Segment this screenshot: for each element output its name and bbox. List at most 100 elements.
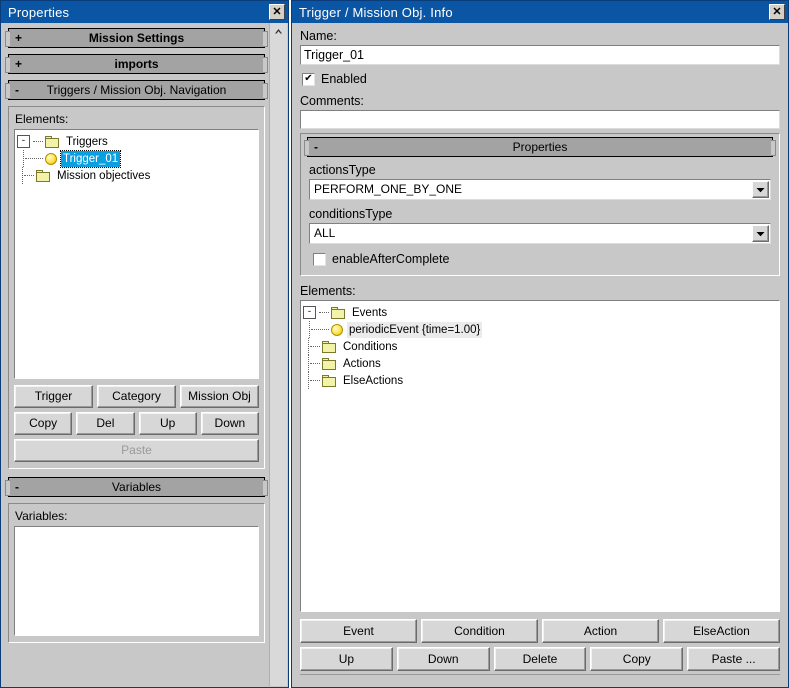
trigger-info-window: Trigger / Mission Obj. Info ✕ Name: Trig… [291,0,789,688]
close-icon[interactable]: ✕ [269,4,285,20]
copy-button[interactable]: Copy [14,412,73,435]
conditions-type-select[interactable]: ALL [309,223,771,244]
section-label: imports [114,57,159,71]
section-label: Properties [512,140,568,154]
folder-icon [45,135,60,148]
enable-after-complete-row[interactable]: enableAfterComplete [313,252,771,266]
tree-item-triggers[interactable]: - Triggers [17,133,256,150]
tree-line [311,328,329,331]
section-grip-right [263,31,268,47]
folder-icon [322,340,337,353]
element-action-buttons: Event Condition Action ElseAction Up Dow… [300,619,780,686]
variables-label: Variables: [15,509,68,523]
tree-root: - Triggers Trigger_01 Mission objectives [17,133,256,184]
paste-button[interactable]: Paste ... [687,647,780,671]
expand-toggle-icon[interactable]: + [15,32,22,44]
elseaction-button[interactable]: ElseAction [663,619,780,643]
folder-icon [322,374,337,387]
folder-icon [36,169,51,182]
elements-label: Elements: [300,284,356,298]
name-label: Name: [300,29,337,43]
paste-button[interactable]: Paste [14,439,259,462]
section-grip-right [263,83,268,99]
comments-label: Comments: [300,94,364,108]
section-properties[interactable]: - Properties [304,137,776,157]
section-grip-left [5,57,10,73]
tree-item-label: Trigger_01 [59,149,122,168]
category-button[interactable]: Category [97,385,176,408]
properties-fields: actionsType PERFORM_ONE_BY_ONE condition… [301,163,779,266]
up-button[interactable]: Up [138,412,197,435]
expander-icon[interactable]: - [17,135,30,148]
trigger-info-body: Name: Trigger_01 ✔ Enabled Comments: - P… [293,23,787,686]
collapse-toggle-icon[interactable]: - [314,141,318,153]
scroll-up-icon[interactable] [270,23,287,40]
circle-icon [45,152,57,165]
expander-icon[interactable]: - [303,306,316,319]
tree-item-elseactions[interactable]: ElseActions [303,372,777,389]
section-triggers-navigation[interactable]: - Triggers / Mission Obj. Navigation [5,80,268,100]
down-button[interactable]: Down [200,412,259,435]
tree-edit-buttons: Copy Del Up Down [14,412,259,435]
properties-scroll-content: + Mission Settings + imports - Triggers … [2,23,269,686]
trigger-button[interactable]: Trigger [14,385,93,408]
variables-list[interactable] [14,526,259,636]
tree-item-actions[interactable]: Actions [303,355,777,372]
section-imports[interactable]: + imports [5,54,268,74]
folder-icon [331,306,346,319]
section-label: Triggers / Mission Obj. Navigation [46,83,227,97]
properties-scrollbar[interactable] [269,23,287,686]
condition-button[interactable]: Condition [421,619,538,643]
delete-button[interactable]: Delete [493,647,587,671]
comments-input[interactable] [300,110,780,129]
tree-item-conditions[interactable]: Conditions [303,338,777,355]
tree-item-label: Events [352,306,388,319]
event-button[interactable]: Event [300,619,417,643]
chevron-down-icon[interactable] [752,225,769,242]
chevron-down-icon[interactable] [752,181,769,198]
up-button[interactable]: Up [300,647,393,671]
elements-label: Elements: [15,112,69,126]
collapse-toggle-icon[interactable]: - [15,481,19,493]
app-root: Properties ✕ + Mission Settings + import… [0,0,789,688]
triggers-navigation-panel: Elements: - Triggers Trigger_01 Mission … [8,106,265,469]
properties-window-title: Properties [8,4,70,20]
section-grip-right [771,140,776,156]
enabled-checkbox-row[interactable]: ✔ Enabled [302,72,780,86]
mission-obj-button[interactable]: Mission Obj [180,385,259,408]
conditions-type-value: ALL [314,226,336,240]
tree-item-trigger-01[interactable]: Trigger_01 [17,149,256,168]
triggers-tree[interactable]: - Triggers Trigger_01 Mission objectives [14,129,259,379]
tree-line [33,140,43,143]
down-button[interactable]: Down [396,647,490,671]
section-variables[interactable]: - Variables [5,477,268,497]
close-icon[interactable]: ✕ [769,4,785,20]
section-mission-settings[interactable]: + Mission Settings [5,28,268,48]
tree-root: - Events periodicEvent {time=1.00} Condi… [303,304,777,389]
actions-type-select[interactable]: PERFORM_ONE_BY_ONE [309,179,771,200]
enable-after-complete-label: enableAfterComplete [332,252,450,266]
tree-item-mission-objectives[interactable]: Mission objectives [17,167,256,184]
tree-item-label: Actions [343,357,381,370]
tree-item-events[interactable]: - Events [303,304,777,321]
action-button[interactable]: Action [542,619,659,643]
tree-line [310,379,320,382]
properties-group: - Properties actionsType PERFORM_ONE_BY_… [300,133,780,276]
trigger-elements-tree[interactable]: - Events periodicEvent {time=1.00} Condi… [300,300,780,612]
copy-button[interactable]: Copy [590,647,684,671]
add-element-buttons: Event Condition Action ElseAction [300,619,780,643]
section-label: Mission Settings [88,31,185,45]
tree-item-periodic-event[interactable]: periodicEvent {time=1.00} [303,321,777,338]
circle-icon [331,323,343,336]
tree-line [310,362,320,365]
expand-toggle-icon[interactable]: + [15,58,22,70]
collapse-toggle-icon[interactable]: - [15,84,19,96]
del-button[interactable]: Del [76,412,135,435]
trigger-info-titlebar: Trigger / Mission Obj. Info ✕ [292,1,788,23]
tree-item-label: ElseActions [343,374,404,387]
checkbox-icon[interactable]: ✔ [302,72,315,86]
checkbox-icon[interactable] [313,252,326,266]
tree-item-label: Mission objectives [57,169,151,182]
name-input[interactable]: Trigger_01 [300,45,780,65]
tree-line [310,345,320,348]
